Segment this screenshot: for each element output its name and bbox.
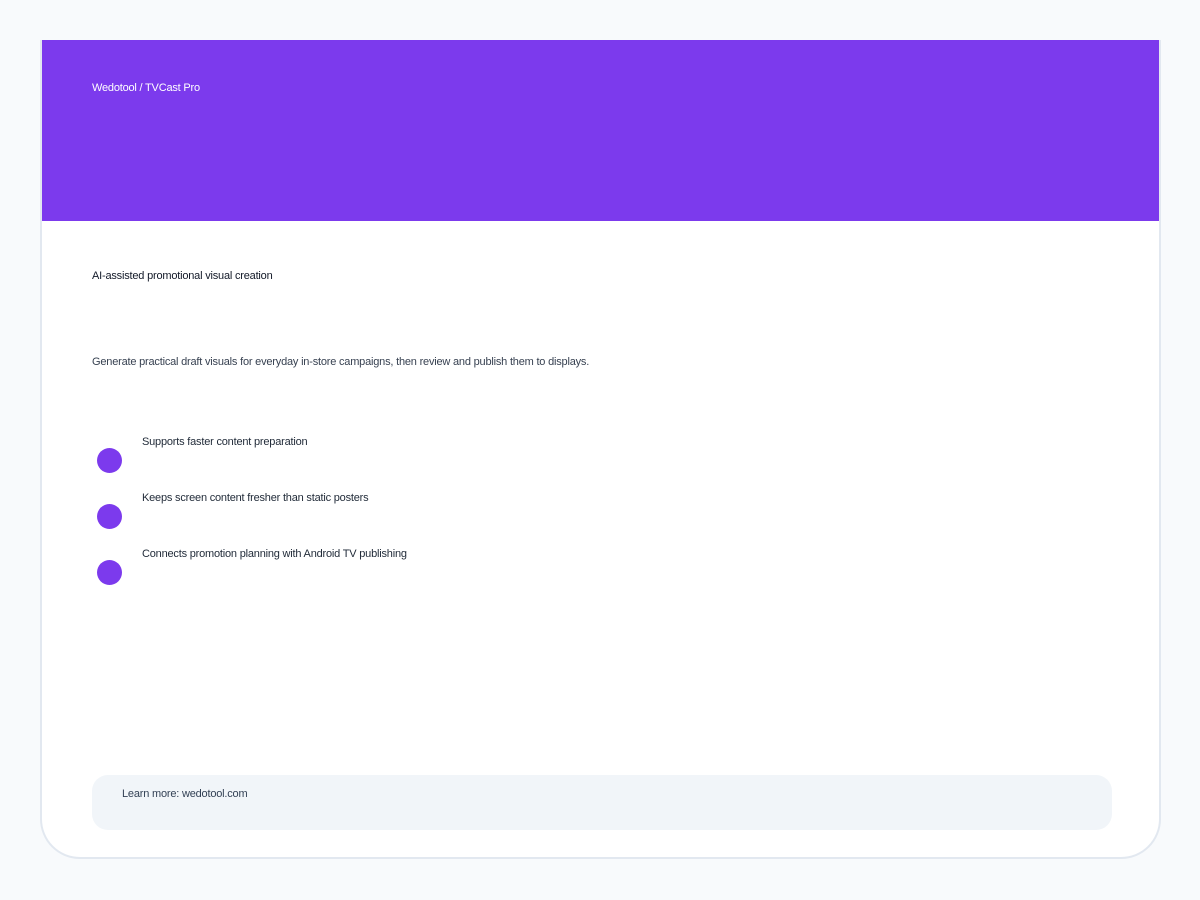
- page-title: AI-assisted promotional visual creation: [92, 270, 273, 282]
- page-subtitle: Generate practical draft visuals for eve…: [92, 356, 590, 368]
- bullet-dot-icon: [97, 560, 122, 585]
- bullet-dot-icon: [97, 504, 122, 529]
- bullet-dot-icon: [97, 448, 122, 473]
- breadcrumb: Wedotool / TVCast Pro: [92, 82, 200, 94]
- learn-more-link[interactable]: Learn more: wedotool.com: [122, 788, 248, 800]
- feature-label: Keeps screen content fresher than static…: [142, 492, 369, 504]
- feature-label: Connects promotion planning with Android…: [142, 548, 407, 560]
- feature-item: Keeps screen content fresher than static…: [92, 492, 792, 548]
- feature-list: Supports faster content preparation Keep…: [92, 436, 792, 604]
- header-banner: Wedotool / TVCast Pro: [42, 40, 1159, 221]
- feature-item: Connects promotion planning with Android…: [92, 548, 792, 604]
- footer-panel: Learn more: wedotool.com: [92, 775, 1112, 830]
- feature-item: Supports faster content preparation: [92, 436, 792, 492]
- slide-card: Wedotool / TVCast Pro AI-assisted promot…: [40, 40, 1161, 859]
- feature-label: Supports faster content preparation: [142, 436, 308, 448]
